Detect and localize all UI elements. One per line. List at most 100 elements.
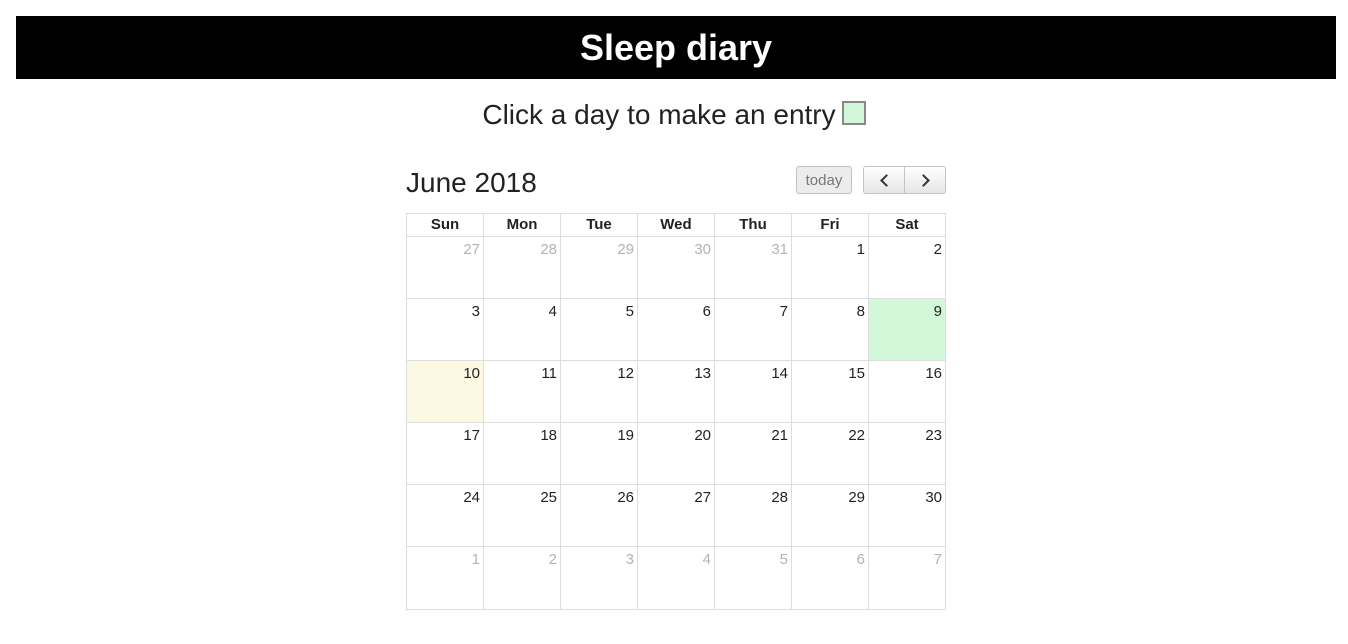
calendar-day-cell[interactable]: 5 — [561, 299, 638, 361]
day-number: 16 — [925, 365, 942, 382]
day-number: 19 — [617, 427, 634, 444]
day-number: 31 — [771, 241, 788, 258]
instruction-line: Click a day to make an entry — [0, 96, 1348, 134]
weekday-header: Fri — [792, 214, 869, 237]
day-number: 28 — [540, 241, 557, 258]
day-number: 25 — [540, 489, 557, 506]
calendar-week-row: 10 11 12 13 14 15 16 — [407, 361, 946, 423]
day-number: 15 — [848, 365, 865, 382]
day-number: 2 — [933, 241, 942, 258]
calendar-day-cell[interactable]: 12 — [561, 361, 638, 423]
calendar-week-row: 1 2 3 4 5 6 7 — [407, 547, 946, 610]
calendar-day-cell[interactable]: 27 — [638, 485, 715, 547]
calendar-day-cell[interactable]: 28 — [715, 485, 792, 547]
day-number: 3 — [471, 303, 480, 320]
calendar-week-row: 3 4 5 6 7 8 9 — [407, 299, 946, 361]
day-number: 30 — [694, 241, 711, 258]
calendar-day-cell[interactable]: 4 — [638, 547, 715, 610]
calendar-day-cell[interactable]: 8 — [792, 299, 869, 361]
day-number: 5 — [625, 303, 634, 320]
calendar-day-cell[interactable]: 22 — [792, 423, 869, 485]
weekday-header-row: Sun Mon Tue Wed Thu Fri Sat — [407, 214, 946, 237]
calendar-day-cell[interactable]: 1 — [792, 237, 869, 299]
day-number: 6 — [856, 551, 865, 568]
calendar-title: June 2018 — [406, 167, 537, 198]
calendar-day-cell[interactable]: 20 — [638, 423, 715, 485]
chevron-right-icon — [916, 173, 930, 187]
calendar-day-cell[interactable]: 17 — [407, 423, 484, 485]
calendar-day-cell[interactable]: 16 — [869, 361, 946, 423]
calendar-day-cell[interactable]: 1 — [407, 547, 484, 610]
calendar-day-cell[interactable]: 27 — [407, 237, 484, 299]
weekday-header: Tue — [561, 214, 638, 237]
day-number: 28 — [771, 489, 788, 506]
weekday-header: Thu — [715, 214, 792, 237]
calendar-day-cell[interactable]: 3 — [407, 299, 484, 361]
month-calendar: Sun Mon Tue Wed Thu Fri Sat 27 28 29 30 31 1 2… — [406, 213, 946, 611]
calendar-day-cell[interactable]: 6 — [638, 299, 715, 361]
day-number: 21 — [771, 427, 788, 444]
next-month-button[interactable] — [904, 166, 946, 194]
day-number: 29 — [617, 241, 634, 258]
page-header: Sleep diary — [16, 16, 1336, 79]
calendar-day-cell[interactable]: 28 — [484, 237, 561, 299]
instruction-text: Click a day to make an entry — [482, 99, 836, 130]
calendar-day-cell[interactable]: 4 — [484, 299, 561, 361]
calendar-day-cell[interactable]: 19 — [561, 423, 638, 485]
calendar-day-cell[interactable]: 2 — [869, 237, 946, 299]
day-number: 13 — [694, 365, 711, 382]
calendar-day-cell[interactable]: 29 — [792, 485, 869, 547]
calendar-day-cell[interactable]: 2 — [484, 547, 561, 610]
calendar-day-cell-with-entry[interactable]: 9 — [869, 299, 946, 361]
calendar-day-cell[interactable]: 24 — [407, 485, 484, 547]
calendar-day-cell[interactable]: 7 — [869, 547, 946, 610]
day-number: 30 — [925, 489, 942, 506]
calendar-week-row: 27 28 29 30 31 1 2 — [407, 237, 946, 299]
calendar-day-cell[interactable]: 15 — [792, 361, 869, 423]
day-number: 1 — [471, 551, 480, 568]
calendar-day-cell[interactable]: 6 — [792, 547, 869, 610]
calendar-week-row: 24 25 26 27 28 29 30 — [407, 485, 946, 547]
day-number: 5 — [779, 551, 788, 568]
calendar-day-cell-today[interactable]: 10 — [407, 361, 484, 423]
today-button[interactable]: today — [796, 166, 852, 194]
day-number: 24 — [463, 489, 480, 506]
calendar-day-cell[interactable]: 18 — [484, 423, 561, 485]
calendar-week-row: 17 18 19 20 21 22 23 — [407, 423, 946, 485]
calendar-day-cell[interactable]: 3 — [561, 547, 638, 610]
calendar-day-cell[interactable]: 11 — [484, 361, 561, 423]
calendar-day-cell[interactable]: 31 — [715, 237, 792, 299]
day-number: 22 — [848, 427, 865, 444]
calendar-weeks: 27 28 29 30 31 1 2 3 4 5 6 7 8 9 10 11 12 13 14 15 16 17 18 19 2… — [407, 237, 946, 610]
day-number: 2 — [548, 551, 557, 568]
calendar-day-cell[interactable]: 21 — [715, 423, 792, 485]
calendar-day-cell[interactable]: 26 — [561, 485, 638, 547]
weekday-header: Mon — [484, 214, 561, 237]
day-number: 4 — [548, 303, 557, 320]
day-number: 29 — [848, 489, 865, 506]
day-number: 6 — [702, 303, 711, 320]
calendar-day-cell[interactable]: 5 — [715, 547, 792, 610]
weekday-header: Wed — [638, 214, 715, 237]
calendar-day-cell[interactable]: 13 — [638, 361, 715, 423]
calendar-day-cell[interactable]: 7 — [715, 299, 792, 361]
prev-month-button[interactable] — [863, 166, 905, 194]
day-number: 8 — [856, 303, 865, 320]
calendar-day-cell[interactable]: 23 — [869, 423, 946, 485]
day-number: 27 — [694, 489, 711, 506]
day-number: 7 — [779, 303, 788, 320]
entry-legend-swatch — [841, 101, 866, 125]
calendar-day-cell[interactable]: 14 — [715, 361, 792, 423]
calendar-day-cell[interactable]: 25 — [484, 485, 561, 547]
weekday-header: Sun — [407, 214, 484, 237]
chevron-left-icon — [879, 173, 893, 187]
day-number: 4 — [702, 551, 711, 568]
day-number: 7 — [933, 551, 942, 568]
day-number: 18 — [540, 427, 557, 444]
day-number: 3 — [625, 551, 634, 568]
calendar-day-cell[interactable]: 30 — [638, 237, 715, 299]
calendar-day-cell[interactable]: 30 — [869, 485, 946, 547]
calendar-day-cell[interactable]: 29 — [561, 237, 638, 299]
day-number: 26 — [617, 489, 634, 506]
day-number: 10 — [463, 365, 480, 382]
